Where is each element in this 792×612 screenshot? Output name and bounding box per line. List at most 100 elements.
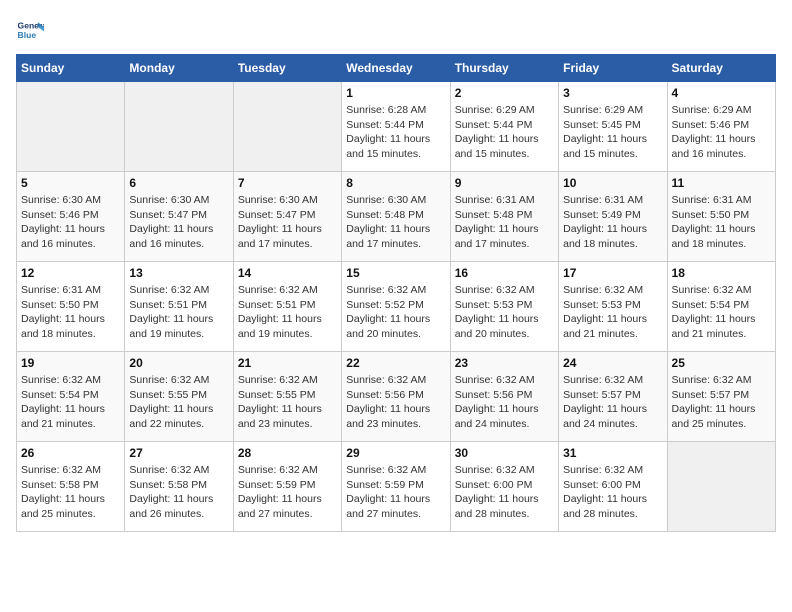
- calendar-cell: 10 Sunrise: 6:31 AMSunset: 5:49 PMDayligh…: [559, 172, 667, 262]
- day-info: Sunrise: 6:30 AMSunset: 5:47 PMDaylight:…: [238, 193, 337, 252]
- day-info: Sunrise: 6:32 AMSunset: 5:51 PMDaylight:…: [238, 283, 337, 342]
- day-number: 27: [129, 446, 228, 460]
- calendar-cell: 7 Sunrise: 6:30 AMSunset: 5:47 PMDaylight…: [233, 172, 341, 262]
- day-info: Sunrise: 6:32 AMSunset: 5:58 PMDaylight:…: [21, 463, 120, 522]
- day-info: Sunrise: 6:32 AMSunset: 5:59 PMDaylight:…: [346, 463, 445, 522]
- header-monday: Monday: [125, 55, 233, 82]
- calendar-cell: 6 Sunrise: 6:30 AMSunset: 5:47 PMDaylight…: [125, 172, 233, 262]
- day-number: 17: [563, 266, 662, 280]
- calendar-cell: 16 Sunrise: 6:32 AMSunset: 5:53 PMDayligh…: [450, 262, 558, 352]
- calendar-cell: 24 Sunrise: 6:32 AMSunset: 5:57 PMDayligh…: [559, 352, 667, 442]
- calendar-cell: 25Sunrise: 6:32 AMSunset: 5:57 PMDayligh…: [667, 352, 775, 442]
- calendar-cell: [667, 442, 775, 532]
- day-info: Sunrise: 6:32 AMSunset: 5:57 PMDaylight:…: [563, 373, 662, 432]
- header-saturday: Saturday: [667, 55, 775, 82]
- calendar-cell: [233, 82, 341, 172]
- header-sunday: Sunday: [17, 55, 125, 82]
- calendar-cell: [17, 82, 125, 172]
- calendar-cell: 21Sunrise: 6:32 AMSunset: 5:55 PMDayligh…: [233, 352, 341, 442]
- calendar-table: SundayMondayTuesdayWednesdayThursdayFrid…: [16, 54, 776, 532]
- header-wednesday: Wednesday: [342, 55, 450, 82]
- day-number: 16: [455, 266, 554, 280]
- day-info: Sunrise: 6:32 AMSunset: 5:53 PMDaylight:…: [563, 283, 662, 342]
- calendar-cell: 17 Sunrise: 6:32 AMSunset: 5:53 PMDayligh…: [559, 262, 667, 352]
- day-number: 29: [346, 446, 445, 460]
- calendar-cell: 29 Sunrise: 6:32 AMSunset: 5:59 PMDayligh…: [342, 442, 450, 532]
- day-info: Sunrise: 6:32 AMSunset: 5:58 PMDaylight:…: [129, 463, 228, 522]
- calendar-cell: 22 Sunrise: 6:32 AMSunset: 5:56 PMDayligh…: [342, 352, 450, 442]
- day-info: Sunrise: 6:30 AMSunset: 5:46 PMDaylight:…: [21, 193, 120, 252]
- calendar-cell: 30Sunrise: 6:32 AMSunset: 6:00 PMDayligh…: [450, 442, 558, 532]
- day-number: 18: [672, 266, 771, 280]
- day-number: 7: [238, 176, 337, 190]
- calendar-cell: 15 Sunrise: 6:32 AMSunset: 5:52 PMDayligh…: [342, 262, 450, 352]
- calendar-cell: 9 Sunrise: 6:31 AMSunset: 5:48 PMDaylight…: [450, 172, 558, 262]
- day-info: Sunrise: 6:32 AMSunset: 5:53 PMDaylight:…: [455, 283, 554, 342]
- calendar-cell: 31Sunrise: 6:32 AMSunset: 6:00 PMDayligh…: [559, 442, 667, 532]
- calendar-cell: 13 Sunrise: 6:32 AMSunset: 5:51 PMDayligh…: [125, 262, 233, 352]
- day-info: Sunrise: 6:31 AMSunset: 5:48 PMDaylight:…: [455, 193, 554, 252]
- header: General Blue: [16, 16, 776, 44]
- day-info: Sunrise: 6:29 AMSunset: 5:46 PMDaylight:…: [672, 103, 771, 162]
- day-number: 8: [346, 176, 445, 190]
- calendar-week-row: 26 Sunrise: 6:32 AMSunset: 5:58 PMDayligh…: [17, 442, 776, 532]
- day-number: 3: [563, 86, 662, 100]
- day-info: Sunrise: 6:32 AMSunset: 6:00 PMDaylight:…: [455, 463, 554, 522]
- day-info: Sunrise: 6:31 AMSunset: 5:49 PMDaylight:…: [563, 193, 662, 252]
- day-info: Sunrise: 6:31 AMSunset: 5:50 PMDaylight:…: [672, 193, 771, 252]
- header-thursday: Thursday: [450, 55, 558, 82]
- day-number: 14: [238, 266, 337, 280]
- calendar-week-row: 1 Sunrise: 6:28 AMSunset: 5:44 PMDaylight…: [17, 82, 776, 172]
- header-tuesday: Tuesday: [233, 55, 341, 82]
- day-number: 6: [129, 176, 228, 190]
- day-info: Sunrise: 6:28 AMSunset: 5:44 PMDaylight:…: [346, 103, 445, 162]
- day-number: 19: [21, 356, 120, 370]
- calendar-cell: 14 Sunrise: 6:32 AMSunset: 5:51 PMDayligh…: [233, 262, 341, 352]
- day-info: Sunrise: 6:32 AMSunset: 5:56 PMDaylight:…: [455, 373, 554, 432]
- day-number: 2: [455, 86, 554, 100]
- day-number: 9: [455, 176, 554, 190]
- day-number: 26: [21, 446, 120, 460]
- day-number: 25: [672, 356, 771, 370]
- calendar-cell: 18 Sunrise: 6:32 AMSunset: 5:54 PMDayligh…: [667, 262, 775, 352]
- day-info: Sunrise: 6:32 AMSunset: 5:54 PMDaylight:…: [672, 283, 771, 342]
- logo-icon: General Blue: [16, 16, 44, 44]
- day-number: 1: [346, 86, 445, 100]
- header-friday: Friday: [559, 55, 667, 82]
- day-info: Sunrise: 6:32 AMSunset: 5:56 PMDaylight:…: [346, 373, 445, 432]
- day-info: Sunrise: 6:30 AMSunset: 5:47 PMDaylight:…: [129, 193, 228, 252]
- day-number: 24: [563, 356, 662, 370]
- calendar-cell: 3Sunrise: 6:29 AMSunset: 5:45 PMDaylight…: [559, 82, 667, 172]
- calendar-cell: 20Sunrise: 6:32 AMSunset: 5:55 PMDayligh…: [125, 352, 233, 442]
- day-info: Sunrise: 6:32 AMSunset: 5:59 PMDaylight:…: [238, 463, 337, 522]
- day-info: Sunrise: 6:32 AMSunset: 5:51 PMDaylight:…: [129, 283, 228, 342]
- day-info: Sunrise: 6:32 AMSunset: 5:52 PMDaylight:…: [346, 283, 445, 342]
- calendar-cell: 23 Sunrise: 6:32 AMSunset: 5:56 PMDayligh…: [450, 352, 558, 442]
- day-number: 10: [563, 176, 662, 190]
- calendar-cell: 4 Sunrise: 6:29 AMSunset: 5:46 PMDaylight…: [667, 82, 775, 172]
- day-number: 31: [563, 446, 662, 460]
- calendar-cell: 12Sunrise: 6:31 AMSunset: 5:50 PMDayligh…: [17, 262, 125, 352]
- calendar-week-row: 19 Sunrise: 6:32 AMSunset: 5:54 PMDayligh…: [17, 352, 776, 442]
- calendar-cell: 19 Sunrise: 6:32 AMSunset: 5:54 PMDayligh…: [17, 352, 125, 442]
- calendar-cell: 11 Sunrise: 6:31 AMSunset: 5:50 PMDayligh…: [667, 172, 775, 262]
- logo: General Blue: [16, 16, 48, 44]
- day-number: 23: [455, 356, 554, 370]
- calendar-week-row: 5 Sunrise: 6:30 AMSunset: 5:46 PMDaylight…: [17, 172, 776, 262]
- day-number: 12: [21, 266, 120, 280]
- day-number: 11: [672, 176, 771, 190]
- calendar-cell: 2Sunrise: 6:29 AMSunset: 5:44 PMDaylight…: [450, 82, 558, 172]
- day-info: Sunrise: 6:32 AMSunset: 5:55 PMDaylight:…: [238, 373, 337, 432]
- calendar-header-row: SundayMondayTuesdayWednesdayThursdayFrid…: [17, 55, 776, 82]
- day-number: 5: [21, 176, 120, 190]
- day-info: Sunrise: 6:32 AMSunset: 5:54 PMDaylight:…: [21, 373, 120, 432]
- calendar-cell: 5 Sunrise: 6:30 AMSunset: 5:46 PMDaylight…: [17, 172, 125, 262]
- day-number: 4: [672, 86, 771, 100]
- day-info: Sunrise: 6:30 AMSunset: 5:48 PMDaylight:…: [346, 193, 445, 252]
- day-number: 15: [346, 266, 445, 280]
- calendar-cell: 8 Sunrise: 6:30 AMSunset: 5:48 PMDaylight…: [342, 172, 450, 262]
- calendar-cell: 27 Sunrise: 6:32 AMSunset: 5:58 PMDayligh…: [125, 442, 233, 532]
- svg-text:Blue: Blue: [18, 30, 37, 40]
- day-number: 13: [129, 266, 228, 280]
- day-number: 22: [346, 356, 445, 370]
